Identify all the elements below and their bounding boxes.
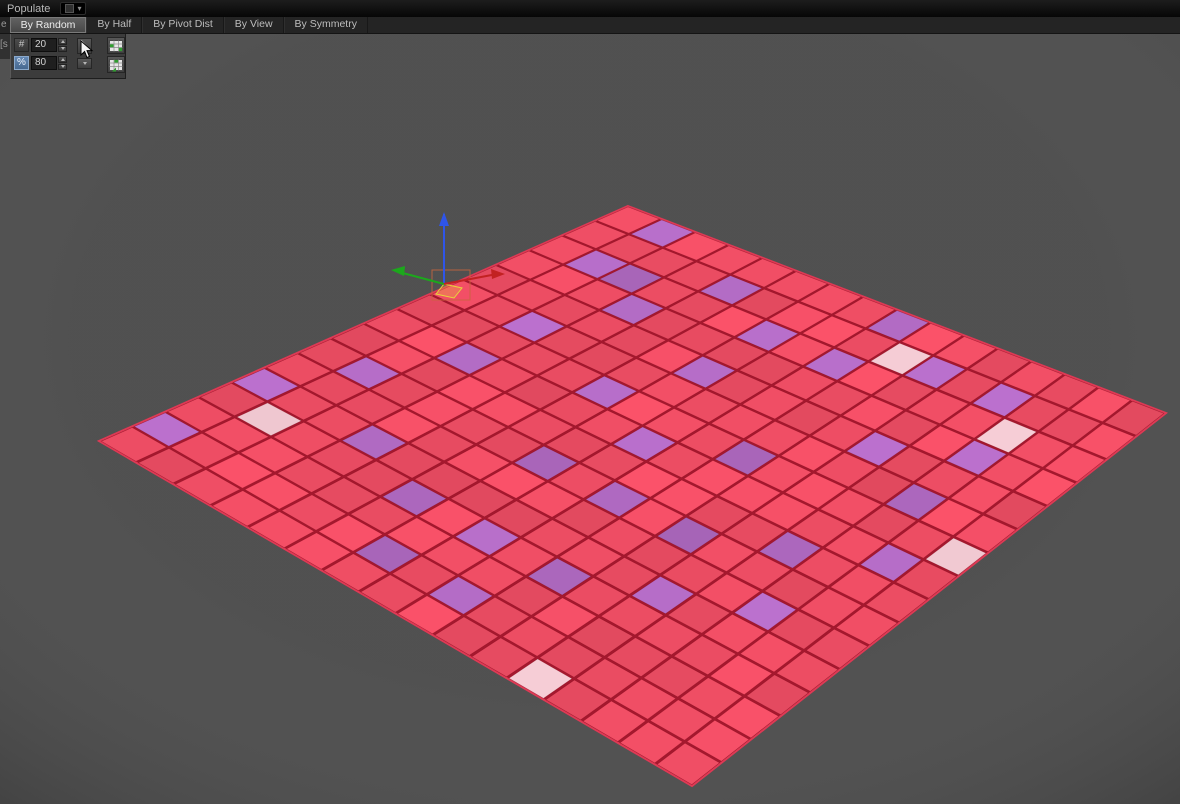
pick-cursor-icon <box>80 40 89 52</box>
tab-by-random[interactable]: By Random <box>9 17 87 33</box>
pick-mode-button[interactable] <box>77 38 92 54</box>
apply-random-selection-button[interactable] <box>107 37 125 54</box>
viewport-3d[interactable] <box>0 0 1180 804</box>
populate-menu-button[interactable]: ▾ <box>60 2 87 15</box>
by-random-tool-panel: # 20 % 80 <box>10 33 126 79</box>
window-title: Populate <box>7 2 51 15</box>
select-by-percent-button[interactable]: % <box>14 56 29 70</box>
spinner-down-icon[interactable] <box>58 63 67 70</box>
caret-down-icon <box>82 62 87 65</box>
random-select-table-icon <box>109 39 123 52</box>
caddy-icon <box>65 4 75 13</box>
selection-tab-row: e By Random By Half By Pivot Dist By Vie… <box>0 17 1180 34</box>
tab-by-half[interactable]: By Half <box>86 17 143 33</box>
edge-text-fragment: e <box>1 19 7 30</box>
spinner-up-icon[interactable] <box>58 38 67 45</box>
edge-text-fragment: [s <box>0 39 8 50</box>
tab-by-view[interactable]: By View <box>223 17 284 33</box>
spinner-up-icon[interactable] <box>58 56 67 63</box>
tab-by-symmetry[interactable]: By Symmetry <box>283 17 368 33</box>
app-window: Populate ▾ e By Random By Half By Pivot … <box>0 0 1180 804</box>
tab-by-pivot-dist[interactable]: By Pivot Dist <box>142 17 224 33</box>
clipped-panel-fragment: [s <box>0 33 10 59</box>
clear-random-selection-button[interactable] <box>107 56 125 73</box>
count-spinner-arrows <box>58 38 67 52</box>
count-spinner-field[interactable]: 20 <box>31 38 57 52</box>
percent-spinner-arrows <box>58 56 67 70</box>
caret-down-icon: ▾ <box>77 4 82 13</box>
spinner-down-icon[interactable] <box>58 45 67 52</box>
random-deselect-table-icon <box>109 58 123 71</box>
title-bar: Populate ▾ <box>0 0 1180 17</box>
select-by-count-button[interactable]: # <box>14 38 29 52</box>
percent-spinner-field[interactable]: 80 <box>31 56 57 70</box>
pick-options-dropdown[interactable] <box>77 58 92 69</box>
